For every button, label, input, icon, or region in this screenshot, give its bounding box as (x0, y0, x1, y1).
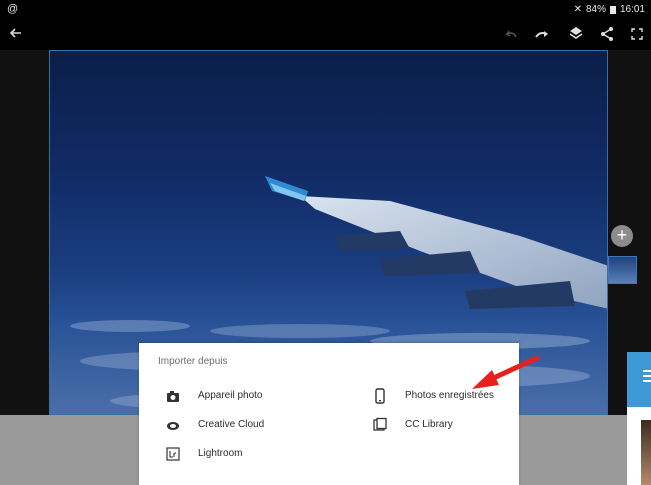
fullscreen-icon[interactable] (631, 28, 643, 40)
toolbar (0, 20, 651, 50)
camera-icon (167, 391, 179, 402)
option-label: CC Library (405, 419, 453, 430)
add-layer-button[interactable]: + (611, 225, 633, 247)
phone-icon (375, 388, 385, 404)
battery-icon (609, 5, 616, 14)
status-bar: @ ✕ 84% 16:01 (0, 0, 651, 20)
option-label: Lightroom (198, 448, 243, 459)
redo-icon[interactable] (534, 29, 550, 39)
sheet-title: Importer depuis (158, 356, 228, 367)
option-label: Creative Cloud (198, 419, 265, 430)
option-label: Appareil photo (198, 390, 263, 401)
app-notification-icon: @ (7, 3, 19, 15)
lightroom-icon (166, 447, 180, 461)
mute-icon: ✕ (573, 4, 582, 15)
battery-level: 84% (585, 4, 606, 15)
share-icon[interactable] (600, 26, 614, 42)
undo-icon[interactable] (504, 29, 518, 39)
side-panel (627, 352, 651, 485)
menu-icon (643, 370, 651, 385)
option-label: Photos enregistrées (405, 390, 494, 401)
clock: 16:01 (619, 4, 645, 15)
layer-thumbnail[interactable] (608, 256, 637, 284)
import-sheet: Importer depuis Appareil photo Photos en… (139, 343, 519, 485)
library-icon (373, 417, 387, 431)
back-arrow-icon[interactable] (9, 26, 23, 40)
panel-tab[interactable] (627, 352, 651, 407)
creative-cloud-icon (167, 422, 179, 430)
layers-icon[interactable] (569, 26, 583, 42)
status-right: ✕ 84% 16:01 (574, 4, 645, 15)
panel-thumbnail[interactable] (641, 420, 651, 485)
